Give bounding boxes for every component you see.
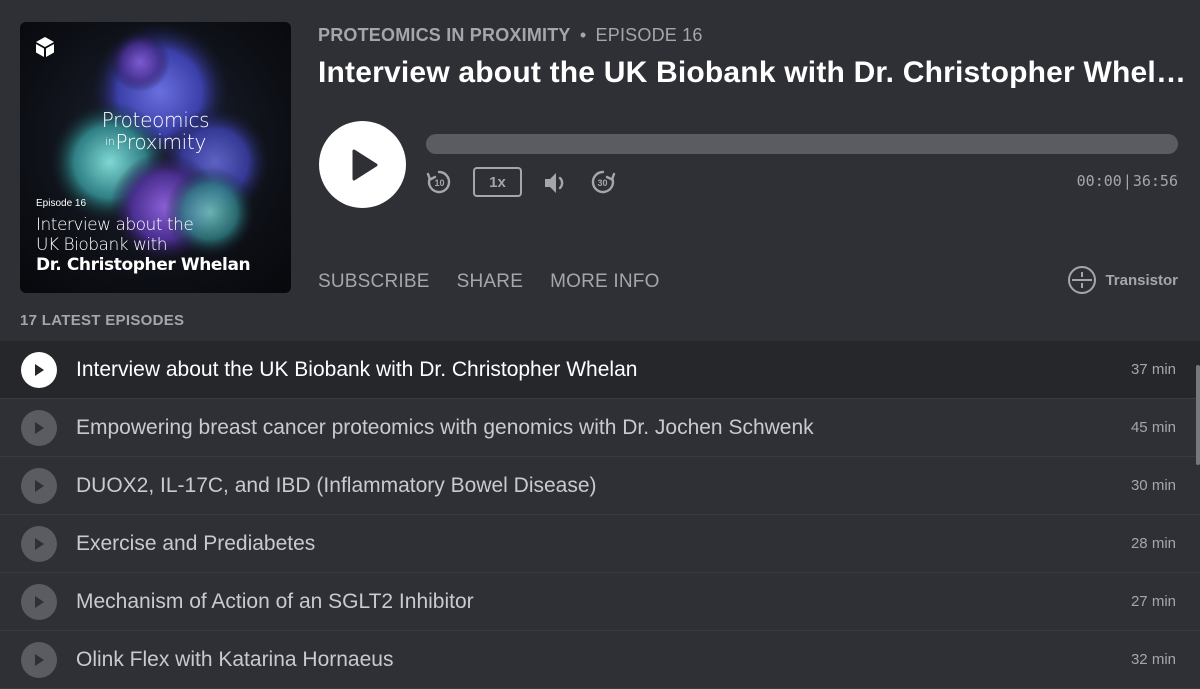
episode-play-button[interactable] [21,467,57,504]
more-info-link[interactable]: MORE INFO [550,271,659,293]
episode-number: EPISODE 16 [595,25,703,45]
skip-forward-label: 30 [597,178,607,188]
show-name[interactable]: PROTEOMICS IN PROXIMITY [318,25,571,45]
episode-title: Interview about the UK Biobank with Dr. … [76,357,638,381]
episode-row[interactable]: Mechanism of Action of an SGLT2 Inhibito… [0,573,1200,631]
episode-duration: 30 min [1130,477,1176,494]
play-icon [35,363,44,376]
episode-list: Interview about the UK Biobank with Dr. … [0,341,1200,689]
episode-title: Empowering breast cancer proteomics with… [76,415,814,439]
artwork-subtitle-line2: UK Biobank with [36,235,168,255]
current-time: 00:00 [1076,172,1122,190]
playback-speed-button[interactable]: 1x [473,167,522,197]
skip-back-button[interactable]: 10 [425,168,453,201]
episode-duration: 28 min [1130,535,1176,552]
volume-button[interactable] [542,170,570,201]
episode-title: Mechanism of Action of an SGLT2 Inhibito… [76,589,474,613]
episode-row[interactable]: DUOX2, IL-17C, and IBD (Inflammatory Bow… [0,457,1200,515]
play-icon [35,421,44,434]
play-icon [35,537,44,550]
play-button[interactable] [319,121,406,208]
episode-play-button[interactable] [21,409,57,446]
episode-duration: 37 min [1130,361,1176,378]
share-link[interactable]: SHARE [457,271,523,293]
episode-title: Exercise and Prediabetes [76,531,316,555]
episode-title: Interview about the UK Biobank with Dr. … [318,56,1188,89]
episode-row[interactable]: Interview about the UK Biobank with Dr. … [0,341,1200,399]
forward-30-icon: 30 [591,170,616,194]
skip-back-label: 10 [434,178,444,188]
rewind-10-icon: 10 [426,170,451,194]
artwork-subtitle: Interview about the UK Biobank with Dr. … [36,215,251,275]
artwork-subtitle-line3: Dr. Christopher Whelan [36,255,251,275]
artwork-title-line2: Proximity [115,130,206,154]
subscribe-link[interactable]: SUBSCRIBE [318,271,430,293]
artwork-episode-label: Episode 16 [36,198,87,209]
artwork-subtitle-line1: Interview about the [36,215,194,235]
play-icon [35,479,44,492]
episode-duration: 45 min [1130,419,1176,436]
separator-dot: • [579,25,587,45]
play-icon [352,149,377,180]
episode-duration: 27 min [1130,593,1176,610]
episode-title: DUOX2, IL-17C, and IBD (Inflammatory Bow… [76,473,597,497]
volume-icon [545,173,564,193]
time-display: 00:00|36:56 [1077,172,1178,190]
play-icon [35,595,44,608]
total-duration: 36:56 [1132,172,1178,190]
episode-row[interactable]: Olink Flex with Katarina Hornaeus 32 min [0,631,1200,689]
episode-row[interactable]: Exercise and Prediabetes 28 min [0,515,1200,573]
skip-forward-button[interactable]: 30 [589,168,617,201]
episode-play-button[interactable] [21,525,57,562]
olink-logo-icon [36,37,54,57]
progress-bar[interactable] [426,134,1178,154]
show-episode-line: PROTEOMICS IN PROXIMITY • EPISODE 16 [318,25,703,46]
episode-list-heading: 17 LATEST EPISODES [20,312,185,329]
episode-title: Olink Flex with Katarina Hornaeus [76,647,394,671]
episode-play-button[interactable] [21,583,57,620]
artwork-title: Proteomics inProximity [20,110,291,153]
transistor-brand-name: Transistor [1105,271,1178,289]
artwork-title-line1: Proteomics [101,108,210,132]
episode-links: SUBSCRIBE SHARE MORE INFO [318,271,660,293]
artwork-title-in: in [105,135,115,148]
episode-play-button[interactable] [21,641,57,678]
episode-row[interactable]: Empowering breast cancer proteomics with… [0,399,1200,457]
transistor-logo-icon [1068,266,1097,294]
episode-list-scrollbar[interactable] [1196,365,1200,465]
time-separator: | [1122,172,1132,190]
play-icon [35,653,44,666]
transistor-brand-link[interactable]: Transistor [1067,265,1178,295]
episode-duration: 32 min [1130,651,1176,668]
podcast-artwork: Proteomics inProximity Episode 16 Interv… [20,22,291,293]
episode-play-button[interactable] [21,351,57,388]
